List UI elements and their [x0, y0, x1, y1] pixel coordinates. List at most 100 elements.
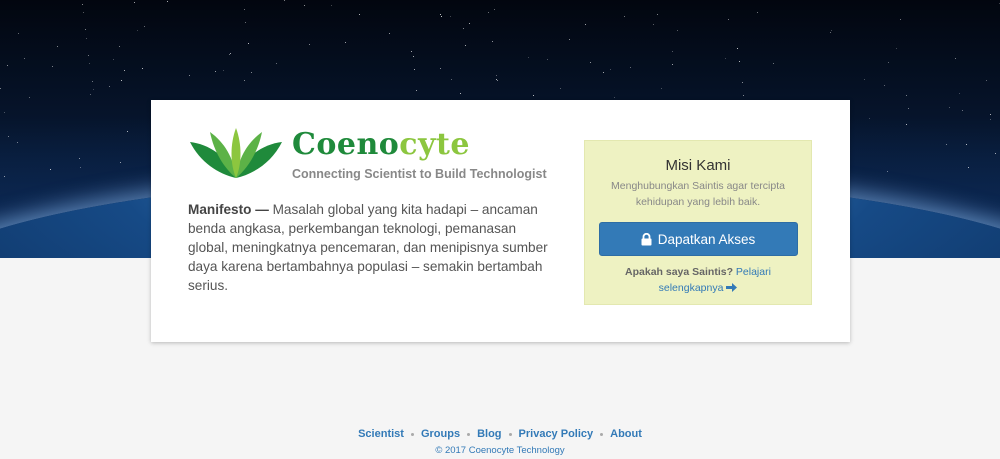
star: [243, 9, 245, 11]
star: [676, 30, 678, 32]
get-access-label: Dapatkan Akses: [657, 232, 756, 247]
star: [863, 79, 865, 81]
star: [743, 94, 745, 96]
star: [88, 54, 90, 56]
star: [738, 60, 740, 62]
mission-title: Misi Kami: [665, 157, 731, 174]
star: [886, 170, 888, 172]
star: [492, 41, 494, 43]
star: [906, 95, 908, 97]
star: [388, 33, 390, 35]
star: [133, 2, 135, 4]
star: [230, 53, 232, 55]
star: [112, 59, 114, 61]
mission-panel: Misi Kami Menghubungkan Saintis agar ter…: [584, 140, 812, 305]
scientist-question: Apakah saya Saintis? Pelajari selengkapn…: [625, 266, 771, 294]
footer-link-blog[interactable]: Blog: [477, 428, 501, 440]
copyright-text: © 2017 Coenocyte Technology: [435, 445, 565, 456]
star: [127, 131, 129, 133]
star: [495, 78, 497, 80]
star: [308, 43, 310, 45]
star: [3, 176, 5, 178]
star: [28, 96, 30, 98]
star: [450, 16, 452, 18]
manifesto-label: Manifesto —: [188, 202, 269, 217]
star: [136, 29, 138, 31]
welcome-card: Coenocyte Connecting Scientist to Build …: [151, 100, 850, 342]
star: [569, 38, 571, 40]
footer-link-privacy-policy[interactable]: Privacy Policy: [519, 428, 594, 440]
star: [884, 84, 886, 86]
separator-dot: [467, 432, 471, 436]
star: [439, 67, 441, 69]
manifesto-text: Manifesto — Masalah global yang kita had…: [188, 200, 548, 295]
star: [657, 13, 659, 15]
star: [51, 66, 53, 68]
footer-links: Scientist Groups Blog Privacy Policy About: [0, 428, 1000, 440]
star: [469, 22, 471, 24]
star: [496, 75, 498, 77]
star: [440, 13, 442, 15]
separator-dot: [508, 432, 512, 436]
star: [968, 166, 970, 168]
star: [415, 89, 417, 91]
star: [223, 70, 225, 72]
brand-tagline: Connecting Scientist to Build Technologi…: [292, 167, 547, 181]
star: [7, 64, 8, 66]
footer-link-about[interactable]: About: [610, 428, 642, 440]
star: [741, 82, 743, 84]
star: [123, 70, 125, 72]
star: [345, 41, 347, 43]
star: [56, 46, 58, 48]
separator-dot: [410, 432, 414, 436]
star: [119, 45, 121, 47]
star: [945, 144, 947, 146]
get-access-button[interactable]: Dapatkan Akses: [598, 222, 798, 256]
star: [496, 79, 498, 81]
star: [24, 58, 26, 60]
star: [250, 72, 252, 74]
star: [959, 92, 961, 94]
star: [245, 21, 247, 23]
mission-description: Menghubungkan Saintis agar tercipta kehi…: [611, 180, 785, 208]
star: [78, 158, 80, 160]
star: [92, 89, 94, 91]
star: [488, 11, 490, 13]
star: [494, 9, 496, 11]
star: [907, 107, 909, 109]
star: [671, 64, 673, 66]
star: [464, 45, 466, 47]
star: [441, 16, 443, 18]
star: [772, 63, 774, 65]
star: [243, 79, 245, 81]
star: [89, 63, 91, 65]
coenocyte-logo-icon: [190, 128, 282, 178]
footer-link-scientist[interactable]: Scientist: [358, 428, 404, 440]
star: [167, 0, 169, 2]
star: [141, 68, 143, 69]
star: [215, 70, 217, 72]
star: [0, 87, 2, 89]
star: [359, 13, 361, 15]
star: [630, 66, 632, 68]
footer: Scientist Groups Blog Privacy Policy About ©…: [0, 428, 1000, 456]
star: [994, 152, 996, 154]
star: [450, 79, 452, 81]
star: [81, 3, 83, 5]
star: [671, 50, 673, 52]
star: [189, 75, 191, 77]
brand-name: Coenocyte: [292, 127, 470, 162]
star: [560, 87, 562, 89]
star: [590, 62, 592, 64]
star: [585, 23, 587, 25]
footer-link-groups[interactable]: Groups: [421, 428, 460, 440]
star: [90, 93, 92, 95]
star: [990, 118, 992, 120]
star: [900, 18, 902, 20]
star: [961, 109, 963, 111]
star: [82, 12, 84, 14]
star: [85, 29, 87, 31]
brand-header: Coenocyte Connecting Scientist to Build …: [188, 127, 548, 183]
star: [412, 56, 414, 58]
star: [228, 54, 230, 56]
